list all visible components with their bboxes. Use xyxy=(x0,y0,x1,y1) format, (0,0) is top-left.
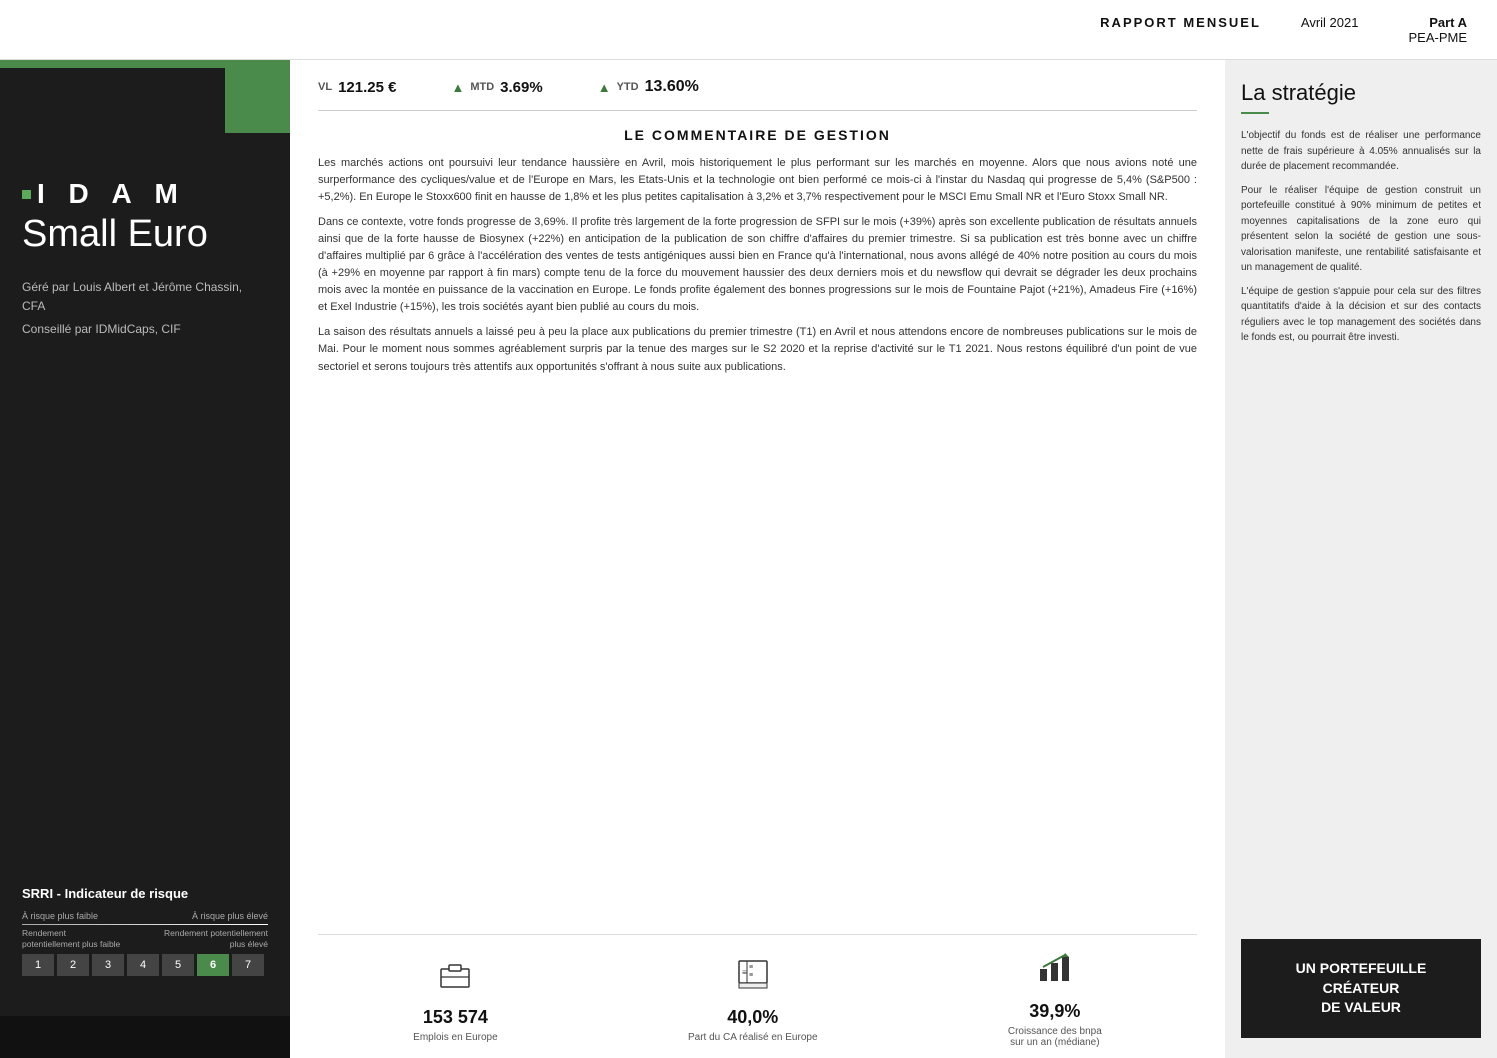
portfolio-line3: DE VALEUR xyxy=(1256,998,1466,1018)
strategy-underline xyxy=(1241,112,1269,114)
left-panel: I D A M Small Euro Géré par Louis Albert… xyxy=(0,60,290,1058)
date-label: Avril 2021 xyxy=(1301,15,1359,30)
srri-box-6-active: 6 xyxy=(197,954,229,976)
stat-emplois-number: 153 574 xyxy=(423,1007,488,1028)
srri-box-5: 5 xyxy=(162,954,194,976)
srri-low-label: À risque plus faible xyxy=(22,911,98,921)
rapport-label: RAPPORT MENSUEL xyxy=(1100,15,1261,30)
srri-box-7: 7 xyxy=(232,954,264,976)
center-panel: VL 121.25 € ▲ MTD 3.69% ▲ YTD 13.60% LE … xyxy=(290,60,1225,1058)
part-label: Part A xyxy=(1429,15,1467,30)
kpi-mtd-arrow: ▲ xyxy=(451,80,464,95)
srri-scale-left: Rendementpotentiellement plus faible xyxy=(22,928,120,950)
bottom-stats-row: 153 574 Emplois en Europe ≡ ≡ ≡ 40,0% P xyxy=(318,934,1197,1058)
kpi-ytd-label: YTD xyxy=(617,81,639,93)
kpi-vl-label: VL xyxy=(318,81,332,93)
portfolio-block: UN PORTEFEUILLE CRÉATEUR DE VALEUR xyxy=(1241,939,1481,1038)
green-top-bar xyxy=(0,60,290,68)
stat-ca-desc: Part du CA réalisé en Europe xyxy=(688,1032,818,1043)
svg-text:≡: ≡ xyxy=(749,964,753,971)
srri-section: SRRI - Indicateur de risque À risque plu… xyxy=(22,886,268,976)
commentary-body: Les marchés actions ont poursuivi leur t… xyxy=(318,155,1197,924)
sub-label: PEA-PME xyxy=(1408,30,1467,45)
idam-text: I D A M xyxy=(37,178,186,210)
srri-box-1: 1 xyxy=(22,954,54,976)
strategy-text3: L'équipe de gestion s'appuie pour cela s… xyxy=(1241,284,1481,346)
fund-subtitle: Small Euro xyxy=(22,214,268,256)
fund-manager: Géré par Louis Albert et Jérôme Chassin,… xyxy=(22,278,268,316)
srri-box-2: 2 xyxy=(57,954,89,976)
strategy-text2: Pour le réaliser l'équipe de gestion con… xyxy=(1241,183,1481,276)
srri-title: SRRI - Indicateur de risque xyxy=(22,886,268,901)
commentary-para2: Dans ce contexte, votre fonds progresse … xyxy=(318,214,1197,316)
stat-ca-number: 40,0% xyxy=(727,1007,778,1028)
commentary-para3: La saison des résultats annuels a laissé… xyxy=(318,324,1197,375)
ca-icon: ≡ ≡ ≡ xyxy=(735,957,771,999)
kpi-row: VL 121.25 € ▲ MTD 3.69% ▲ YTD 13.60% xyxy=(318,60,1197,111)
commentary-para1: Les marchés actions ont poursuivi leur t… xyxy=(318,155,1197,206)
srri-box-4: 4 xyxy=(127,954,159,976)
stat-emplois-desc: Emplois en Europe xyxy=(413,1032,498,1043)
svg-text:≡: ≡ xyxy=(742,968,747,977)
stat-ca: ≡ ≡ ≡ 40,0% Part du CA réalisé en Europe xyxy=(688,957,818,1043)
green-square-accent xyxy=(225,68,290,133)
commentary-title: LE COMMENTAIRE DE GESTION xyxy=(318,127,1197,143)
bnpa-icon xyxy=(1037,951,1073,993)
idam-logo: I D A M xyxy=(22,178,268,210)
srri-boxes: 1 2 3 4 5 6 7 xyxy=(22,954,268,976)
fund-adviser: Conseillé par IDMidCaps, CIF xyxy=(22,320,268,339)
kpi-ytd: ▲ YTD 13.60% xyxy=(598,78,699,96)
kpi-vl-value: 121.25 € xyxy=(338,79,396,96)
stat-bnpa: 39,9% Croissance des bnpasur un an (médi… xyxy=(1008,951,1102,1048)
portfolio-line1: UN PORTEFEUILLE xyxy=(1256,959,1466,979)
kpi-mtd-label: MTD xyxy=(470,81,494,93)
kpi-mtd: ▲ MTD 3.69% xyxy=(451,79,542,96)
stat-bnpa-number: 39,9% xyxy=(1029,1001,1080,1022)
portfolio-line2: CRÉATEUR xyxy=(1256,979,1466,999)
emplois-icon xyxy=(437,957,473,999)
strategy-text1: L'objectif du fonds est de réaliser une … xyxy=(1241,128,1481,175)
kpi-ytd-arrow: ▲ xyxy=(598,80,611,95)
left-bottom-strip xyxy=(0,1016,290,1058)
strategy-title: La stratégie xyxy=(1241,80,1481,106)
srri-high-label: À risque plus élevé xyxy=(192,911,268,921)
kpi-ytd-value: 13.60% xyxy=(645,78,699,96)
stat-emplois: 153 574 Emplois en Europe xyxy=(413,957,498,1043)
kpi-vl: VL 121.25 € xyxy=(318,79,396,96)
svg-text:≡: ≡ xyxy=(749,972,753,979)
srri-box-3: 3 xyxy=(92,954,124,976)
stat-bnpa-desc: Croissance des bnpasur un an (médiane) xyxy=(1008,1026,1102,1048)
srri-scale-right: Rendement potentiellementplus élevé xyxy=(164,928,268,950)
right-panel: La stratégie L'objectif du fonds est de … xyxy=(1225,60,1497,1058)
strategy-text-block: L'objectif du fonds est de réaliser une … xyxy=(1241,128,1481,346)
kpi-mtd-value: 3.69% xyxy=(500,79,543,96)
idam-dot-icon xyxy=(22,190,31,199)
fund-name-block: I D A M Small Euro Géré par Louis Albert… xyxy=(22,178,268,339)
